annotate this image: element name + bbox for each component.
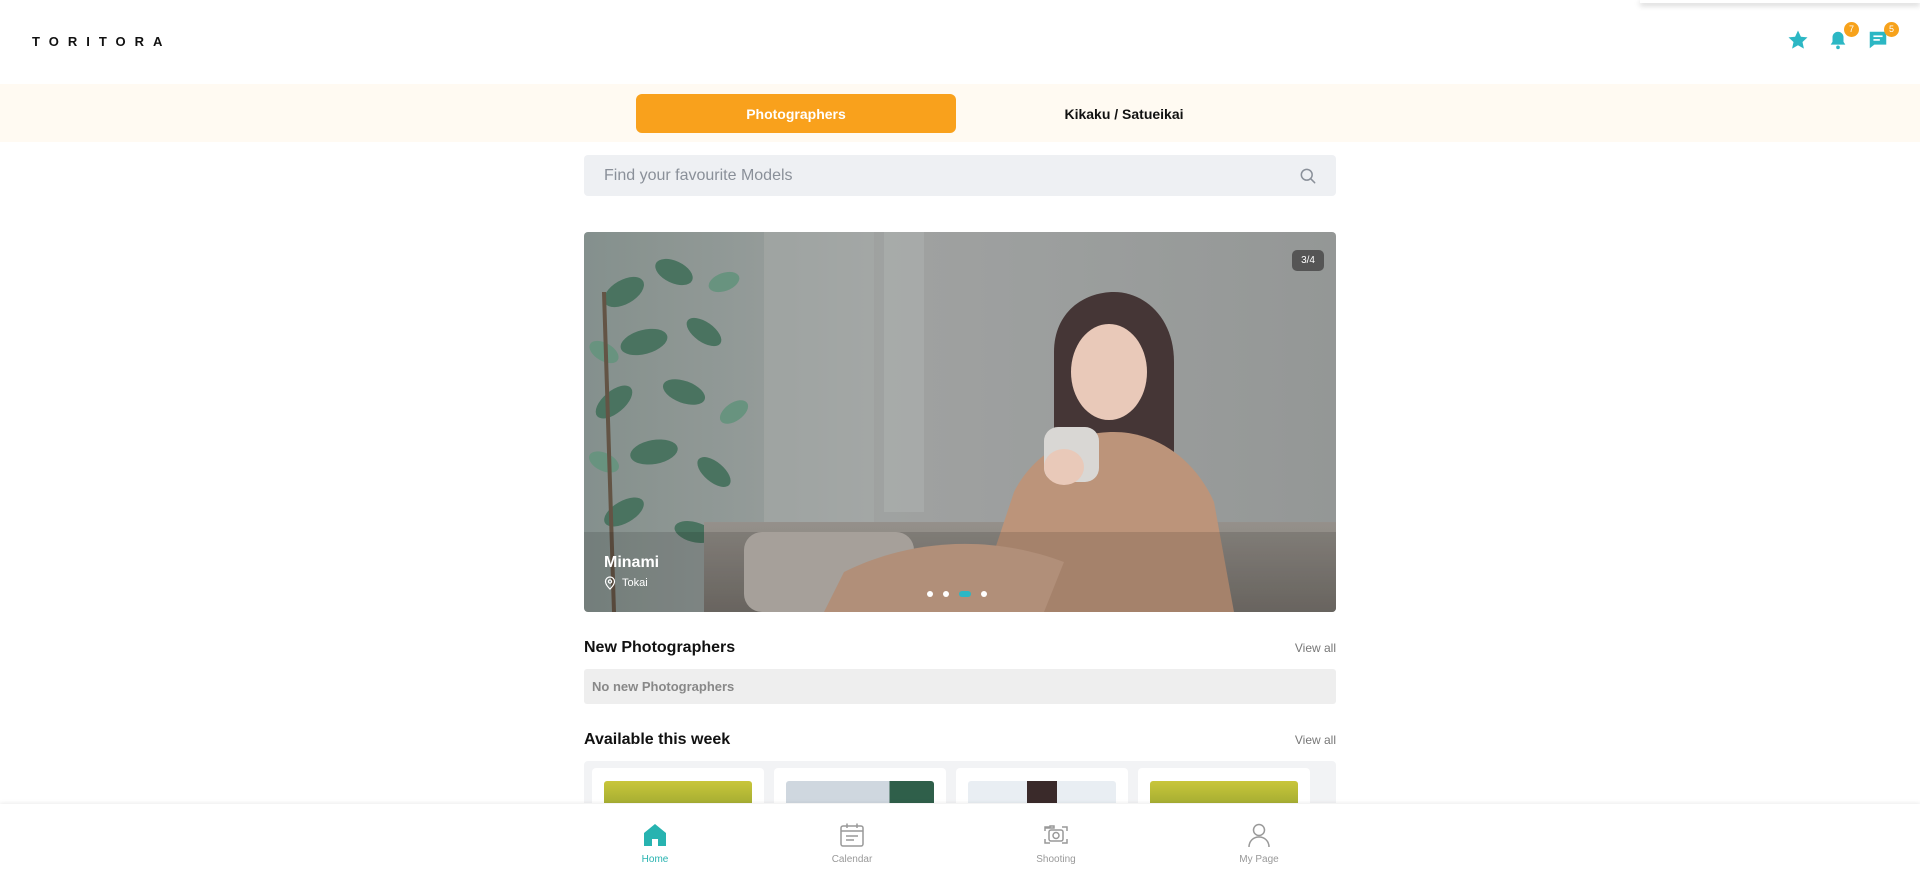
carousel-dot-4[interactable] bbox=[981, 591, 987, 597]
featured-model-location: Tokai bbox=[604, 576, 648, 590]
search-bar bbox=[584, 155, 1336, 196]
nav-shooting-label: Shooting bbox=[1036, 854, 1076, 865]
new-photographers-title: New Photographers bbox=[584, 639, 736, 656]
model-card[interactable] bbox=[774, 768, 946, 803]
nav-my-page[interactable]: My Page bbox=[1214, 822, 1304, 865]
carousel-dot-2[interactable] bbox=[943, 591, 949, 597]
camera-icon bbox=[1044, 825, 1068, 844]
favorites-button[interactable] bbox=[1786, 28, 1810, 52]
location-text: Tokai bbox=[622, 577, 648, 589]
available-week-view-all[interactable]: View all bbox=[1295, 733, 1336, 747]
top-bar-shadow bbox=[1640, 0, 1920, 3]
new-photographers-empty: No new Photographers bbox=[584, 669, 1336, 704]
model-card[interactable] bbox=[1138, 768, 1310, 803]
nav-calendar-label: Calendar bbox=[831, 854, 873, 865]
notifications-badge: 7 bbox=[1844, 22, 1859, 37]
model-thumbnail bbox=[604, 781, 752, 803]
app-logo[interactable]: TORITORA bbox=[32, 34, 171, 49]
carousel-dot-1[interactable] bbox=[927, 591, 933, 597]
available-week-title: Available this week bbox=[584, 731, 731, 748]
model-card[interactable] bbox=[956, 768, 1128, 803]
nav-home-label: Home bbox=[641, 854, 669, 865]
tab-photographers[interactable]: Photographers bbox=[636, 94, 956, 133]
carousel-counter: 3/4 bbox=[1292, 250, 1324, 271]
star-icon bbox=[1788, 30, 1808, 49]
notifications-button[interactable]: 7 bbox=[1826, 22, 1859, 52]
messages-button[interactable]: 5 bbox=[1866, 22, 1899, 52]
featured-model-name[interactable]: Minami bbox=[604, 554, 659, 572]
nav-shooting[interactable]: Shooting bbox=[1011, 822, 1101, 865]
featured-model-photo bbox=[584, 232, 1336, 612]
tab-kikaku-satueikai[interactable]: Kikaku / Satueikai bbox=[964, 94, 1284, 133]
featured-carousel[interactable]: 3/4 Minami Tokai bbox=[584, 232, 1336, 612]
carousel-dot-3[interactable] bbox=[959, 591, 971, 597]
location-pin-icon bbox=[604, 576, 616, 590]
model-thumbnail bbox=[786, 781, 934, 803]
messages-badge: 5 bbox=[1884, 22, 1899, 37]
home-icon bbox=[644, 824, 666, 846]
user-icon bbox=[1248, 823, 1270, 848]
new-photographers-view-all[interactable]: View all bbox=[1295, 641, 1336, 655]
nav-home[interactable]: Home bbox=[610, 822, 700, 865]
search-input[interactable] bbox=[604, 155, 1284, 196]
model-thumbnail bbox=[1150, 781, 1298, 803]
category-tabs: Photographers Kikaku / Satueikai bbox=[0, 84, 1920, 142]
carousel-dots bbox=[927, 591, 987, 597]
search-icon[interactable] bbox=[1298, 166, 1318, 186]
available-week-list bbox=[584, 761, 1336, 803]
bottom-navigation: Home Calendar Shooting My Page bbox=[0, 804, 1920, 891]
header-actions: 7 5 bbox=[1786, 22, 1899, 52]
model-thumbnail bbox=[968, 781, 1116, 803]
nav-my-page-label: My Page bbox=[1239, 854, 1279, 865]
calendar-icon bbox=[840, 823, 864, 847]
nav-calendar[interactable]: Calendar bbox=[807, 822, 897, 865]
top-bar: TORITORA 7 5 bbox=[0, 0, 1920, 84]
model-card[interactable] bbox=[592, 768, 764, 803]
